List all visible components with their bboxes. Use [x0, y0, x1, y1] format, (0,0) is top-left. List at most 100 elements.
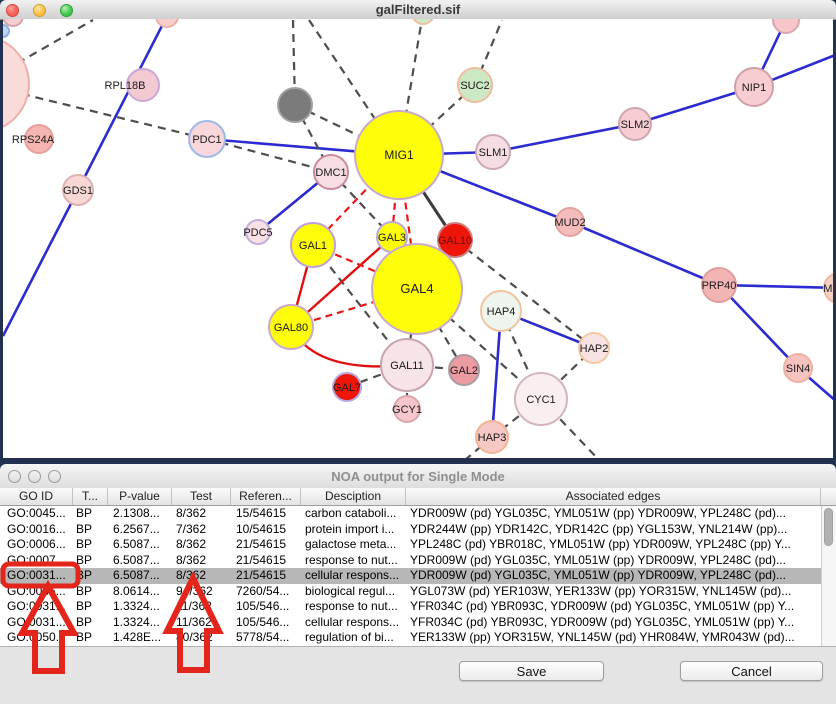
node-cut-pink-c[interactable]	[773, 19, 799, 33]
network-window-title: galFiltered.sif	[0, 2, 836, 17]
cell: 15/54615	[231, 506, 301, 522]
cell: 21/54615	[231, 537, 301, 553]
cell: GO:0016...	[0, 522, 73, 538]
cell: response to nut...	[301, 553, 406, 569]
column-header-0[interactable]: GO ID	[0, 488, 73, 505]
screen: { "network_window": { "title": "galFilte…	[0, 0, 836, 704]
cell: biological regul...	[301, 584, 406, 600]
cell: GO:0050...	[0, 630, 73, 646]
node-label-mud2: MUD2	[554, 217, 585, 229]
node-label-pdc5: PDC5	[243, 227, 272, 239]
cell: regulation of bi...	[301, 630, 406, 646]
table-row[interactable]: GO:0031...BP6.5087...8/36221/54615cellul…	[0, 568, 821, 584]
node-cut-pink-b[interactable]	[156, 19, 178, 27]
cell: galactose meta...	[301, 537, 406, 553]
edge-dash	[455, 240, 594, 348]
cell: GO:0007...	[0, 553, 73, 569]
cell: 6.2567...	[108, 522, 172, 538]
cell: 7/362	[172, 522, 231, 538]
column-header-5[interactable]: Desciption	[301, 488, 406, 505]
node-cut-blue[interactable]	[3, 25, 9, 37]
cell: BP	[73, 537, 108, 553]
node-label-gds1: GDS1	[63, 185, 93, 197]
cell: GO:0065...	[0, 584, 73, 600]
network-canvas[interactable]: MSIRPL18BRPS24AGDS1PDC1MIG1DMC1SUC2NIP1S…	[3, 19, 833, 458]
node-bigpink[interactable]	[3, 36, 29, 132]
vertical-scrollbar[interactable]	[821, 506, 836, 646]
cell: 105/546...	[231, 615, 301, 631]
cell: GO:0045...	[0, 506, 73, 522]
cell: YPL248C (pd) YBR018C, YML051W (pp) YDR00…	[406, 537, 821, 553]
results-table-header: GO IDT...P-valueTestReferen...Desciption…	[0, 488, 836, 506]
cell: YER133W (pp) YOR315W, YNL145W (pd) YHR08…	[406, 630, 821, 646]
column-header-6[interactable]: Associated edges	[406, 488, 821, 505]
column-header-2[interactable]: P-value	[108, 488, 172, 505]
node-label-msi: MSI	[823, 283, 833, 295]
column-header-4[interactable]: Referen...	[231, 488, 301, 505]
cell: YDR244W (pp) YDR142C, YDR142C (pp) YGL15…	[406, 522, 821, 538]
table-row[interactable]: GO:0007...BP6.5087...8/36221/54615respon…	[0, 553, 821, 569]
network-titlebar[interactable]: galFiltered.sif	[0, 0, 836, 20]
cell: 80/362	[172, 630, 231, 646]
cell: YFR034C (pd) YBR093C, YDR009W (pd) YGL03…	[406, 599, 821, 615]
cell: cellular respons...	[301, 568, 406, 584]
edge-blue	[570, 222, 719, 285]
node-label-rpl18b: RPL18B	[105, 80, 146, 92]
node-label-nip1: NIP1	[742, 82, 766, 94]
table-row[interactable]: GO:0006...BP6.5087...8/36221/54615galact…	[0, 537, 821, 553]
cell: GO:0031...	[0, 568, 73, 584]
cell: GO:0031...	[0, 615, 73, 631]
cell: carbon cataboli...	[301, 506, 406, 522]
cell: 21/54615	[231, 553, 301, 569]
cell: 7260/54...	[231, 584, 301, 600]
cell: BP	[73, 568, 108, 584]
node-label-hap2: HAP2	[580, 343, 609, 355]
noa-titlebar[interactable]: NOA output for Single Mode	[0, 464, 836, 489]
table-row[interactable]: GO:0065...BP8.0614...94/3627260/54...bio…	[0, 584, 821, 600]
node-label-gal3: GAL3	[378, 232, 406, 244]
scrollbar-thumb[interactable]	[824, 508, 833, 546]
column-header-3[interactable]: Test	[172, 488, 231, 505]
node-label-sin4: SIN4	[786, 363, 810, 375]
node-label-gal4: GAL4	[400, 281, 433, 296]
node-gray-node[interactable]	[278, 88, 312, 122]
cell: GO:0006...	[0, 537, 73, 553]
node-label-slm2: SLM2	[621, 119, 650, 131]
cell: YGL073W (pd) YER103W, YER133W (pp) YOR31…	[406, 584, 821, 600]
cell: 8.0614...	[108, 584, 172, 600]
table-row[interactable]: GO:0016...BP6.2567...7/36210/54615protei…	[0, 522, 821, 538]
network-window: galFiltered.sif MSIRPL18BRPS24AGDS1PDC1M…	[0, 0, 836, 458]
save-button[interactable]: Save	[459, 661, 604, 681]
cell: BP	[73, 615, 108, 631]
table-row[interactable]: GO:0045...BP2.1308...8/36215/54615carbon…	[0, 506, 821, 522]
cell: 94/362	[172, 584, 231, 600]
node-label-gal7: GAL7	[333, 382, 361, 394]
node-label-dmc1: DMC1	[315, 167, 346, 179]
cell: BP	[73, 506, 108, 522]
cell: 11/362	[172, 599, 231, 615]
table-row[interactable]: GO:0031...BP1.3324...11/362105/546...cel…	[0, 615, 821, 631]
cell: BP	[73, 522, 108, 538]
node-label-gal1: GAL1	[299, 240, 327, 252]
cell: 8/362	[172, 568, 231, 584]
cell: 1.428E...	[108, 630, 172, 646]
results-table: GO:0045...BP2.1308...8/36215/54615carbon…	[0, 506, 821, 646]
table-row[interactable]: GO:0031...BP1.3324...11/362105/546...res…	[0, 599, 821, 615]
cell: YFR034C (pd) YBR093C, YDR009W (pd) YGL03…	[406, 615, 821, 631]
cell: GO:0031...	[0, 599, 73, 615]
noa-window: NOA output for Single Mode GO IDT...P-va…	[0, 458, 836, 704]
node-label-gcy1: GCY1	[392, 404, 422, 416]
node-cut-green[interactable]	[412, 19, 434, 24]
cell: 6.5087...	[108, 537, 172, 553]
cell: BP	[73, 599, 108, 615]
cell: 1.3324...	[108, 615, 172, 631]
node-label-pdc1: PDC1	[192, 134, 221, 146]
cell: BP	[73, 584, 108, 600]
cell: 105/546...	[231, 599, 301, 615]
table-row[interactable]: GO:0050...BP1.428E...80/3625778/54...reg…	[0, 630, 821, 646]
edge-blue	[3, 190, 78, 336]
column-header-1[interactable]: T...	[73, 488, 108, 505]
cell: response to nut...	[301, 599, 406, 615]
cell: 6.5087...	[108, 568, 172, 584]
cancel-button[interactable]: Cancel	[680, 661, 823, 681]
